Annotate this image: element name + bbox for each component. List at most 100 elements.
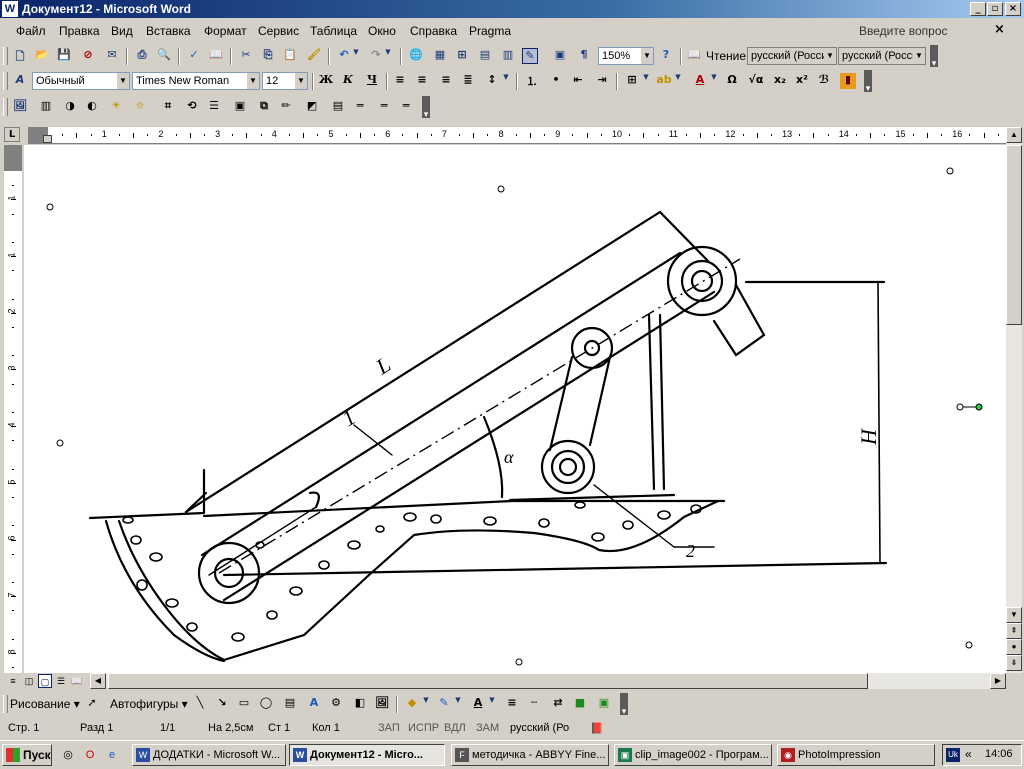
align-left-icon[interactable]: ≡ (392, 73, 408, 89)
tab-selector-icon[interactable]: L (4, 127, 20, 142)
document-page[interactable]: L 1 α H 2 (24, 145, 1006, 673)
toolbar-options-icon[interactable]: ▾ (930, 45, 938, 68)
more-brightness-icon[interactable]: ☀ (108, 99, 124, 115)
line-icon[interactable]: ═ (352, 99, 368, 115)
vertical-ruler[interactable]: 112345678 (4, 145, 22, 673)
bullets-icon[interactable]: • (548, 73, 564, 89)
scroll-left-icon[interactable]: ◀ (90, 673, 106, 689)
underline-button[interactable]: Ч (364, 73, 380, 89)
scroll-right-icon[interactable]: ▶ (990, 673, 1006, 689)
taskbar-item-dokument12[interactable]: W Документ12 - Micro... (289, 744, 445, 766)
dash-style-icon[interactable]: ┄ (526, 696, 542, 712)
close-button[interactable]: × (1005, 2, 1021, 16)
menu-insert[interactable]: Вставка (146, 24, 191, 38)
shadow-style-icon[interactable]: ■ (572, 696, 588, 712)
decrease-indent-icon[interactable]: ⇤ (570, 73, 586, 89)
show-hide-icon[interactable]: ¶ (576, 48, 592, 64)
3d-style-icon[interactable]: ▣ (596, 696, 612, 712)
indent-marker[interactable] (43, 135, 52, 143)
toolbar-options-icon[interactable]: ▾ (422, 96, 430, 119)
opera-icon[interactable]: O (82, 747, 98, 763)
chart-icon[interactable]: ▮ (840, 73, 856, 89)
line-style-icon[interactable]: ☰ (206, 99, 222, 115)
chevron-down-icon[interactable]: ▼ (824, 48, 836, 64)
reset-picture-icon[interactable]: ▤ (330, 99, 346, 115)
toolbar-grip[interactable] (3, 695, 8, 713)
taskbar-item-metodichka[interactable]: F методичка - ABBYY Fine... (451, 744, 609, 766)
scroll-down-icon[interactable]: ▼ (1006, 607, 1022, 623)
insert-table-icon[interactable]: ⊞ (454, 48, 470, 64)
drawing-icon[interactable]: ✎ (522, 48, 538, 64)
read-icon[interactable]: 📖 (686, 48, 702, 64)
less-contrast-icon[interactable]: ◐ (84, 99, 100, 115)
email-icon[interactable]: ✉ (104, 48, 120, 64)
oval-tool-icon[interactable]: ◯ (258, 696, 274, 712)
status-overtype[interactable]: ЗАМ (476, 722, 499, 734)
menu-table[interactable]: Таблица (310, 24, 357, 38)
horizontal-ruler[interactable]: 1 2 3 4 5 6 7 8 9 10 11 12 13 14 15 16 (28, 127, 1006, 144)
line-color-dropdown-icon[interactable]: ▼ (454, 696, 462, 712)
image-control-icon[interactable]: ▥ (38, 99, 54, 115)
new-document-icon[interactable]: 🗋 (12, 48, 28, 64)
print-icon[interactable]: ⎙ (134, 48, 150, 64)
arrow-tool-icon[interactable]: ↘ (214, 696, 230, 712)
read-label[interactable]: Чтение (706, 49, 746, 63)
scrollbar-thumb[interactable] (1006, 145, 1022, 325)
ie-icon[interactable]: e (104, 747, 120, 763)
chevron-down-icon[interactable]: ▼ (295, 73, 307, 89)
fill-color-icon[interactable]: ◆ (404, 696, 420, 712)
minimize-button[interactable]: _ (970, 2, 986, 16)
language-combo-2[interactable]: русский (Росси ▼ (838, 47, 926, 65)
font-color-dropdown-icon[interactable]: ▼ (710, 73, 718, 89)
help-icon[interactable]: ? (658, 48, 674, 64)
line-icon[interactable]: ═ (398, 99, 414, 115)
save-icon[interactable]: 💾 (56, 48, 72, 64)
scroll-up-icon[interactable]: ▲ (1006, 127, 1022, 143)
menu-edit[interactable]: Правка (59, 24, 100, 38)
format-picture-icon[interactable]: ✏ (278, 99, 294, 115)
align-right-icon[interactable]: ≡ (438, 73, 454, 89)
font-size-combo[interactable]: 12 ▼ (262, 72, 308, 90)
select-objects-icon[interactable]: ➚ (84, 696, 100, 712)
font-combo[interactable]: Times New Roman ▼ (132, 72, 260, 90)
previous-page-icon[interactable]: ⇞ (1006, 623, 1022, 639)
insert-picture-icon[interactable]: 🖼 (12, 99, 28, 115)
font-color-dropdown-icon[interactable]: ▼ (488, 696, 496, 712)
chevron-down-icon[interactable]: ▼ (247, 73, 259, 89)
menu-format[interactable]: Формат (204, 24, 247, 38)
insert-excel-icon[interactable]: ▤ (477, 48, 493, 64)
set-transparent-icon[interactable]: ◩ (304, 99, 320, 115)
taskbar-item-clip-image[interactable]: ▣ clip_image002 - Програм... (614, 744, 772, 766)
spelling-status-icon[interactable]: 📕 (590, 722, 604, 735)
undo-dropdown-icon[interactable]: ▼ (352, 48, 360, 64)
omega-symbol-icon[interactable]: Ω (724, 73, 740, 89)
line-color-icon[interactable]: ✎ (436, 696, 452, 712)
maximize-button[interactable]: ▫ (987, 2, 1003, 16)
paste-icon[interactable]: 📋 (282, 48, 298, 64)
bold-button[interactable]: Ж (318, 73, 334, 89)
line-style-icon[interactable]: ≡ (504, 696, 520, 712)
compress-icon[interactable]: ▣ (232, 99, 248, 115)
next-page-icon[interactable]: ⇟ (1006, 655, 1022, 671)
autoshapes-button[interactable]: Автофигуры ▾ (110, 697, 188, 711)
chevron-down-icon[interactable]: ▼ (117, 73, 129, 89)
tables-borders-icon[interactable]: ▦ (432, 48, 448, 64)
superscript-icon[interactable]: x² (794, 73, 810, 89)
rotate-icon[interactable]: ⟲ (184, 99, 200, 115)
fill-color-dropdown-icon[interactable]: ▼ (422, 696, 430, 712)
subscript-icon[interactable]: x₂ (772, 73, 788, 89)
crop-icon[interactable]: ⌗ (160, 99, 176, 115)
toolbar-options-icon[interactable]: ▾ (864, 70, 872, 93)
rectangle-tool-icon[interactable]: ▭ (236, 696, 252, 712)
style-combo[interactable]: Обычный ▼ (32, 72, 130, 90)
hyperlink-icon[interactable]: 🌐 (408, 48, 424, 64)
open-folder-icon[interactable]: 📂 (34, 48, 50, 64)
word-doc-icon[interactable]: W (2, 1, 18, 17)
toolbar-options-icon[interactable]: ▾ (620, 693, 628, 716)
research-icon[interactable]: 📖 (208, 48, 224, 64)
document-map-icon[interactable]: ▣ (552, 48, 568, 64)
outline-view-icon[interactable]: ☰ (54, 674, 68, 688)
styles-pane-icon[interactable]: A (12, 73, 28, 89)
web-view-icon[interactable]: ◫ (22, 674, 36, 688)
redo-icon[interactable]: ↷ (368, 48, 384, 64)
